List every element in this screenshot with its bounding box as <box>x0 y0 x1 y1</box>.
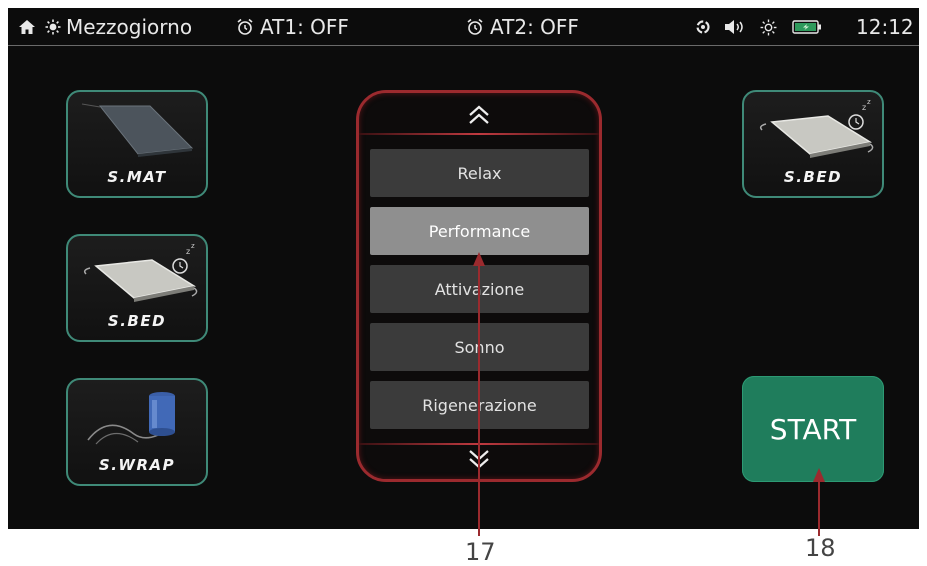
callout-arrowhead-17 <box>473 252 485 266</box>
callout-number-18: 18 <box>805 534 836 562</box>
callout-lines <box>473 252 825 536</box>
callout-number-17: 17 <box>465 538 496 566</box>
callout-arrowhead-18 <box>813 468 825 482</box>
